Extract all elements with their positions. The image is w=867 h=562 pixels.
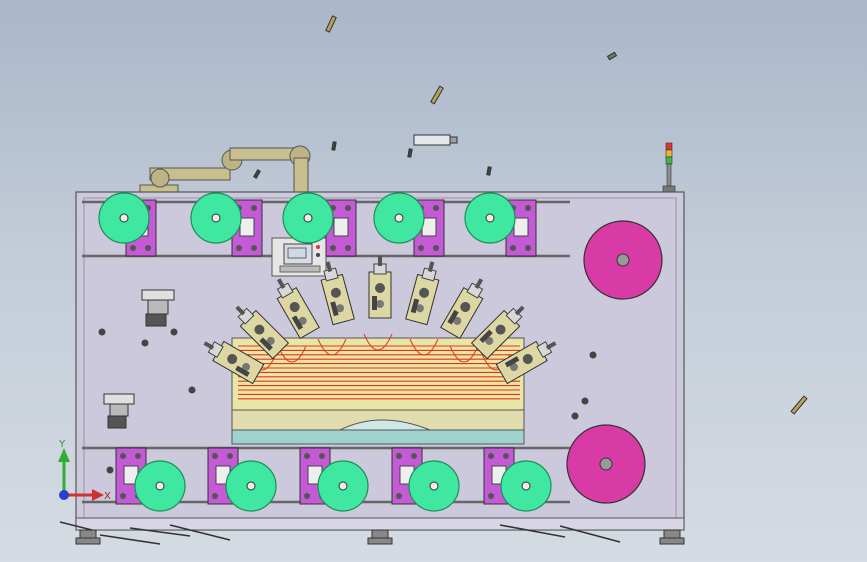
triad-y-label: Y <box>58 439 66 450</box>
signal-tower <box>662 142 676 193</box>
loose-pin <box>331 141 337 151</box>
big-reel-bottom[interactable] <box>566 424 646 504</box>
mounting-hole <box>170 328 178 336</box>
mounting-hole <box>188 386 196 394</box>
cad-viewport[interactable]: Y X <box>0 0 867 562</box>
loose-bolt <box>790 395 808 415</box>
triad-x-label: X <box>104 491 111 502</box>
mounting-hole <box>581 397 589 405</box>
machine-feet <box>75 529 685 545</box>
loose-bolt <box>430 85 444 105</box>
loose-pin <box>486 166 492 176</box>
mounting-hole <box>141 339 149 347</box>
loose-bolt <box>606 51 618 61</box>
mounting-hole <box>589 351 597 359</box>
loose-cylinder <box>413 134 458 146</box>
loose-bolt <box>325 15 337 33</box>
control-panel[interactable] <box>271 237 327 277</box>
big-reel-top[interactable] <box>583 220 663 300</box>
mounting-hole <box>98 328 106 336</box>
mounting-hole <box>571 412 579 420</box>
loose-pin <box>407 148 413 158</box>
mounting-hole <box>106 466 114 474</box>
loose-pin <box>253 169 261 179</box>
